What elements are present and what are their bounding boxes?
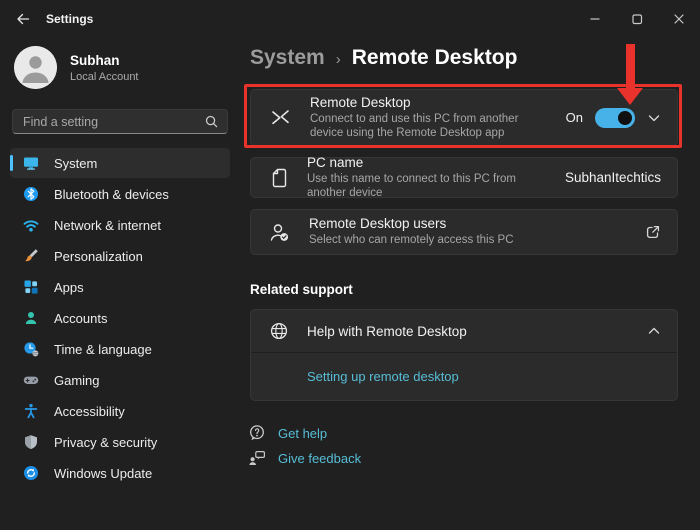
sidebar-item-label: Accessibility <box>54 403 125 419</box>
sidebar-item-windows-update[interactable]: Windows Update <box>10 458 230 488</box>
annotation-arrow <box>626 44 635 90</box>
wifi-icon <box>23 217 39 233</box>
sidebar-nav: System Bluetooth & devices Network & int… <box>10 148 230 489</box>
annotation-arrow-head <box>617 88 643 105</box>
app-title: Settings <box>46 12 94 26</box>
users-card-description: Select who can remotely access this PC <box>309 234 514 247</box>
sidebar-item-network-internet[interactable]: Network & internet <box>10 210 230 240</box>
get-help-label: Get help <box>278 425 328 441</box>
users-check-icon <box>269 222 291 243</box>
sidebar-item-time-language[interactable]: Time & language <box>10 334 230 364</box>
sidebar-item-label: Privacy & security <box>54 434 158 450</box>
get-help-link[interactable]: Get help <box>248 424 327 442</box>
give-feedback-label: Give feedback <box>278 450 362 466</box>
titlebar: Settings <box>0 0 700 38</box>
remote-desktop-icon <box>269 107 292 128</box>
remote-desktop-toggle[interactable] <box>595 107 635 128</box>
sidebar-item-accessibility[interactable]: Accessibility <box>10 396 230 426</box>
back-arrow-icon <box>15 11 31 27</box>
search-box[interactable] <box>12 109 228 134</box>
sidebar-item-privacy-security[interactable]: Privacy & security <box>10 427 230 457</box>
toggle-state-label: On <box>565 110 583 125</box>
accessibility-icon <box>23 403 39 419</box>
sidebar-item-accounts[interactable]: Accounts <box>10 303 230 333</box>
breadcrumb-parent[interactable]: System <box>250 46 325 70</box>
brush-icon <box>23 248 39 264</box>
external-link-icon[interactable] <box>645 224 661 240</box>
remote-desktop-card[interactable]: Remote Desktop Connect to and use this P… <box>250 89 678 146</box>
sidebar-item-label: Gaming <box>54 372 100 388</box>
pc-name-description: Use this name to connect to this PC from… <box>307 172 517 200</box>
profile-account-type: Local Account <box>70 70 139 83</box>
feedback-icon <box>248 449 266 467</box>
sidebar-item-label: Apps <box>54 279 84 295</box>
bluetooth-icon <box>23 186 39 202</box>
sidebar-item-label: Time & language <box>54 341 152 357</box>
breadcrumb-separator: › <box>335 51 341 68</box>
sidebar-item-system[interactable]: System <box>10 148 230 178</box>
sidebar-item-label: Windows Update <box>54 465 153 481</box>
give-feedback-link[interactable]: Give feedback <box>248 449 361 467</box>
remote-desktop-title: Remote Desktop <box>310 94 411 110</box>
accounts-icon <box>23 310 39 326</box>
help-card-title: Help with Remote Desktop <box>307 323 467 339</box>
remote-desktop-description: Connect to and use this PC from another … <box>310 112 519 140</box>
users-card-title: Remote Desktop users <box>309 216 447 232</box>
back-button[interactable] <box>8 6 38 32</box>
close-button[interactable] <box>658 0 700 38</box>
breadcrumb: System › Remote Desktop <box>250 46 517 70</box>
avatar <box>14 46 57 89</box>
search-icon <box>204 114 219 129</box>
toggle-knob <box>618 110 632 125</box>
sidebar-item-label: Network & internet <box>54 217 161 233</box>
help-card-header[interactable]: Help with Remote Desktop <box>251 310 677 352</box>
profile-name: Subhan <box>70 52 120 68</box>
pc-name-title: PC name <box>307 154 364 170</box>
gamepad-icon <box>23 372 39 388</box>
get-help-icon <box>248 424 266 442</box>
close-icon <box>671 11 687 27</box>
update-icon <box>23 465 39 481</box>
sidebar-item-bluetooth-devices[interactable]: Bluetooth & devices <box>10 179 230 209</box>
sidebar-item-label: Personalization <box>54 248 143 264</box>
sidebar-item-label: System <box>54 155 98 171</box>
sidebar-item-personalization[interactable]: Personalization <box>10 241 230 271</box>
apps-icon <box>23 279 39 295</box>
globe-icon <box>269 321 289 341</box>
maximize-button[interactable] <box>616 0 658 38</box>
shield-icon <box>23 434 39 450</box>
chevron-up-icon[interactable] <box>647 324 661 338</box>
chevron-down-icon[interactable] <box>647 111 661 125</box>
user-profile[interactable]: Subhan Local Account <box>14 46 139 89</box>
pc-name-card[interactable]: PC name Use this name to connect to this… <box>250 154 678 200</box>
minimize-button[interactable] <box>574 0 616 38</box>
remote-desktop-users-card[interactable]: Remote Desktop users Select who can remo… <box>250 209 678 255</box>
selected-indicator <box>10 155 13 171</box>
help-card: Help with Remote Desktop Setting up remo… <box>250 309 678 401</box>
page-title: Remote Desktop <box>351 46 518 69</box>
sidebar-item-label: Accounts <box>54 310 108 326</box>
sidebar-item-gaming[interactable]: Gaming <box>10 365 230 395</box>
setting-up-remote-desktop-link[interactable]: Setting up remote desktop <box>307 369 459 384</box>
related-support-heading: Related support <box>250 282 353 297</box>
search-input[interactable] <box>23 114 204 129</box>
sidebar-item-label: Bluetooth & devices <box>54 186 169 202</box>
pc-name-icon <box>269 167 289 189</box>
system-icon <box>23 155 39 171</box>
pc-name-value: SubhanItechtics <box>564 170 661 185</box>
sidebar-item-apps[interactable]: Apps <box>10 272 230 302</box>
minimize-icon <box>587 11 603 27</box>
clock-icon <box>23 341 39 357</box>
maximize-icon <box>629 11 645 27</box>
